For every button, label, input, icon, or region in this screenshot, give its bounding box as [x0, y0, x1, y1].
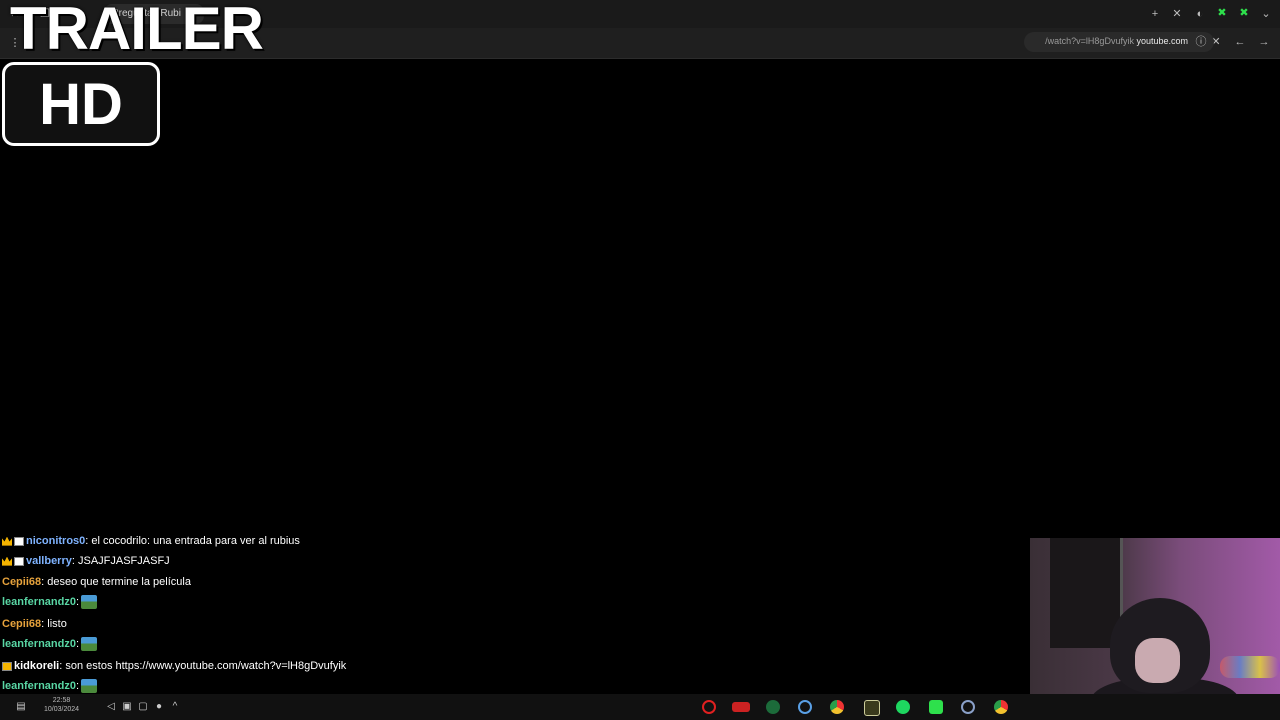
- spotify-icon[interactable]: [896, 700, 910, 714]
- chat-username[interactable]: leanfernandz0: [2, 596, 76, 608]
- chat-username[interactable]: niconitros0: [26, 535, 85, 547]
- chat-text: :: [75, 638, 80, 650]
- close-tab-icon[interactable]: ✕: [1170, 7, 1184, 21]
- chat-message: kidkoreli: son estos https://www.youtube…: [2, 659, 346, 673]
- back-icon[interactable]: →: [1257, 35, 1271, 49]
- chat-message: leanfernandz0:: [2, 679, 98, 694]
- chat-emote-icon: [81, 679, 98, 694]
- chat-text: : JSAJFJASFJASFJ: [71, 555, 170, 567]
- language-icon[interactable]: ◁: [106, 702, 116, 712]
- crown-badge-icon: [2, 536, 12, 546]
- new-tab-icon[interactable]: +: [1148, 7, 1162, 21]
- box-badge-icon: [14, 556, 24, 566]
- url-text: /watch?v=lH8gDvufyik youtube.com: [1045, 36, 1188, 46]
- box-badge-icon: [14, 536, 24, 546]
- clock-date: 10/03/2024: [44, 706, 80, 713]
- obs-icon[interactable]: [864, 700, 880, 716]
- chat-username[interactable]: vallberry: [26, 555, 72, 567]
- chrome-icon-2[interactable]: [994, 700, 1008, 714]
- app-green-icon[interactable]: [766, 700, 780, 714]
- chat-message: leanfernandz0:: [2, 595, 98, 610]
- chat-message: vallberry: JSAJFJASFJASFJ: [2, 554, 170, 568]
- webcam-person-face: [1135, 638, 1180, 683]
- taskbar: ▤ 22:58 10/03/2024 ◁ ▣ ▢ ● ^: [0, 694, 1280, 720]
- webcam-plush-toys: [1220, 656, 1280, 678]
- tray-expand-icon[interactable]: ^: [170, 702, 180, 712]
- pinned-tab-icon[interactable]: ✖: [1215, 6, 1229, 20]
- chat-message: Cepii68: listo: [2, 617, 67, 631]
- notification-icon[interactable]: ▤: [16, 702, 26, 712]
- chat-username[interactable]: Cepii68: [2, 618, 41, 630]
- chat-emote-icon: [81, 595, 98, 610]
- chat-username[interactable]: kidkoreli: [14, 660, 59, 672]
- pinned-tab-icon-2[interactable]: ✖: [1237, 6, 1251, 20]
- crown-badge-icon: [2, 556, 12, 566]
- clock-time: 22:58: [52, 697, 71, 704]
- sub-badge-icon: [2, 661, 12, 671]
- url-host: youtube.com: [1136, 36, 1188, 46]
- chat-text: : deseo que termine la película: [41, 576, 191, 588]
- chat-message: niconitros0: el cocodrilo: una entrada p…: [2, 534, 300, 548]
- chat-text: :: [75, 596, 80, 608]
- search-app-icon[interactable]: [798, 700, 812, 714]
- trailer-label: TRAILER: [10, 0, 264, 62]
- chat-text: : el cocodrilo: una entrada para ver al …: [85, 535, 300, 547]
- recording-app-icon[interactable]: [732, 702, 750, 712]
- chat-username[interactable]: leanfernandz0: [2, 680, 76, 692]
- chat-message: Cepii68: deseo que termine la película: [2, 575, 191, 589]
- opera-icon[interactable]: [702, 700, 716, 714]
- chat-message: leanfernandz0:: [2, 637, 98, 652]
- chat-username[interactable]: leanfernandz0: [2, 638, 76, 650]
- chat-text: : son estos https://www.youtube.com/watc…: [59, 660, 347, 672]
- chrome-icon[interactable]: [830, 700, 844, 714]
- taskbar-clock[interactable]: 22:58 10/03/2024: [44, 696, 79, 714]
- hd-badge: HD: [2, 62, 160, 146]
- chat-emote-icon: [81, 637, 98, 652]
- url-path: /watch?v=lH8gDvufyik: [1045, 36, 1134, 46]
- forward-icon[interactable]: ←: [1233, 35, 1247, 49]
- microphone-icon[interactable]: ●: [154, 702, 164, 712]
- webcam-feed: [1030, 538, 1280, 720]
- chat-text: : listo: [41, 618, 67, 630]
- network-icon[interactable]: ▣: [122, 702, 132, 712]
- hd-badge-text: HD: [39, 72, 123, 137]
- volume-icon[interactable]: ▢: [138, 702, 148, 712]
- tab-audio-icon[interactable]: ◐: [1193, 7, 1207, 21]
- address-bar[interactable]: ⓘ /watch?v=lH8gDvufyik youtube.com: [1024, 32, 1214, 52]
- kick-icon[interactable]: [929, 700, 943, 714]
- chat-username[interactable]: Cepii68: [2, 576, 41, 588]
- site-info-icon[interactable]: ⓘ: [1194, 35, 1208, 49]
- search-app-icon-2[interactable]: [961, 700, 975, 714]
- tab-search-icon[interactable]: ⌄: [1259, 7, 1273, 21]
- chat-text: :: [75, 680, 80, 692]
